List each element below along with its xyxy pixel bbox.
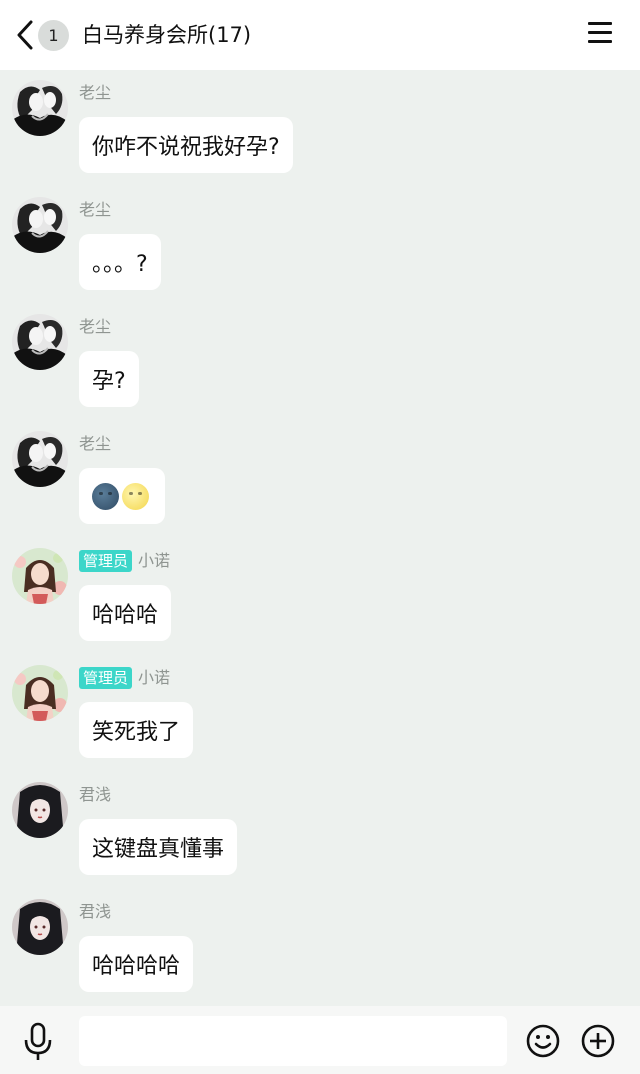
message-bubble[interactable]: 笑死我了 <box>79 702 194 758</box>
message-item: 管理员 小诺 哈哈哈 <box>0 538 640 655</box>
message-bubble[interactable]: 这键盘真懂事 <box>79 819 238 875</box>
message-bubble[interactable] <box>79 468 165 524</box>
message-meta: 君浅 <box>79 784 111 806</box>
microphone-icon[interactable] <box>22 1022 54 1062</box>
message-text: 你咋不说祝我好孕? <box>92 135 280 160</box>
sender-name: 老尘 <box>79 200 112 219</box>
message-text: 这键盘真懂事 <box>92 837 225 862</box>
dark-hair-girl-avatar[interactable] <box>12 782 68 838</box>
chat-header: 1 白马养身会所(17) <box>0 0 640 70</box>
message-meta: 君浅 <box>79 901 111 923</box>
message-text: 。。。? <box>92 252 148 277</box>
message-bubble[interactable]: 哈哈哈 <box>79 585 172 641</box>
manga-couple-avatar[interactable] <box>12 314 68 370</box>
girl-with-flowers-avatar[interactable] <box>12 548 68 604</box>
message-text: 哈哈哈哈 <box>92 954 181 979</box>
message-meta: 管理员 小诺 <box>79 550 170 572</box>
sender-name: 老尘 <box>79 434 112 453</box>
message-meta: 老尘 <box>79 316 111 338</box>
back-arrow-icon[interactable] <box>14 18 36 52</box>
message-item: 老尘 你咋不说祝我好孕? <box>0 70 640 187</box>
message-item: 老尘 <box>0 421 640 538</box>
manga-couple-avatar[interactable] <box>12 197 68 253</box>
message-item: 管理员 小诺 笑死我了 <box>0 655 640 772</box>
girl-with-flowers-avatar[interactable] <box>12 665 68 721</box>
manga-couple-avatar[interactable] <box>12 80 68 136</box>
sender-name: 君浅 <box>79 902 112 921</box>
message-meta: 管理员 小诺 <box>79 667 170 689</box>
sender-name: 老尘 <box>79 317 112 336</box>
smiley-icon[interactable] <box>526 1024 560 1058</box>
input-bar <box>0 1006 640 1074</box>
message-bubble[interactable]: 。。。? <box>79 234 161 290</box>
admin-badge: 管理员 <box>79 667 133 689</box>
message-item: 君浅 哈哈哈哈 <box>0 889 640 1006</box>
plus-circle-icon[interactable] <box>581 1024 615 1058</box>
sender-name: 小诺 <box>138 668 171 687</box>
message-bubble[interactable]: 哈哈哈哈 <box>79 936 194 992</box>
menu-icon[interactable] <box>588 22 614 48</box>
message-item: 君浅 这键盘真懂事 <box>0 772 640 889</box>
sender-name: 君浅 <box>79 785 112 804</box>
manga-couple-avatar[interactable] <box>12 431 68 487</box>
sender-name: 老尘 <box>79 83 112 102</box>
new-moon-face-emoji <box>92 482 119 510</box>
message-bubble[interactable]: 孕? <box>79 351 139 407</box>
message-meta: 老尘 <box>79 82 111 104</box>
admin-badge: 管理员 <box>79 550 133 572</box>
unread-count-badge[interactable]: 1 <box>38 20 69 51</box>
message-input[interactable] <box>79 1016 507 1066</box>
message-text: 孕? <box>92 369 126 394</box>
dark-hair-girl-avatar[interactable] <box>12 899 68 955</box>
message-meta: 老尘 <box>79 433 111 455</box>
message-text: 笑死我了 <box>92 720 181 745</box>
message-item: 老尘 孕? <box>0 304 640 421</box>
message-list[interactable]: 老尘 你咋不说祝我好孕? 老尘 。。。? 老尘 孕? 老尘 管理员 小诺 哈哈哈… <box>0 70 640 1006</box>
message-text: 哈哈哈 <box>92 603 159 628</box>
message-meta: 老尘 <box>79 199 111 221</box>
message-item: 老尘 。。。? <box>0 187 640 304</box>
sender-name: 小诺 <box>138 551 171 570</box>
message-bubble[interactable]: 你咋不说祝我好孕? <box>79 117 293 173</box>
page-title: 白马养身会所(17) <box>82 23 252 47</box>
full-moon-face-emoji <box>122 482 149 510</box>
